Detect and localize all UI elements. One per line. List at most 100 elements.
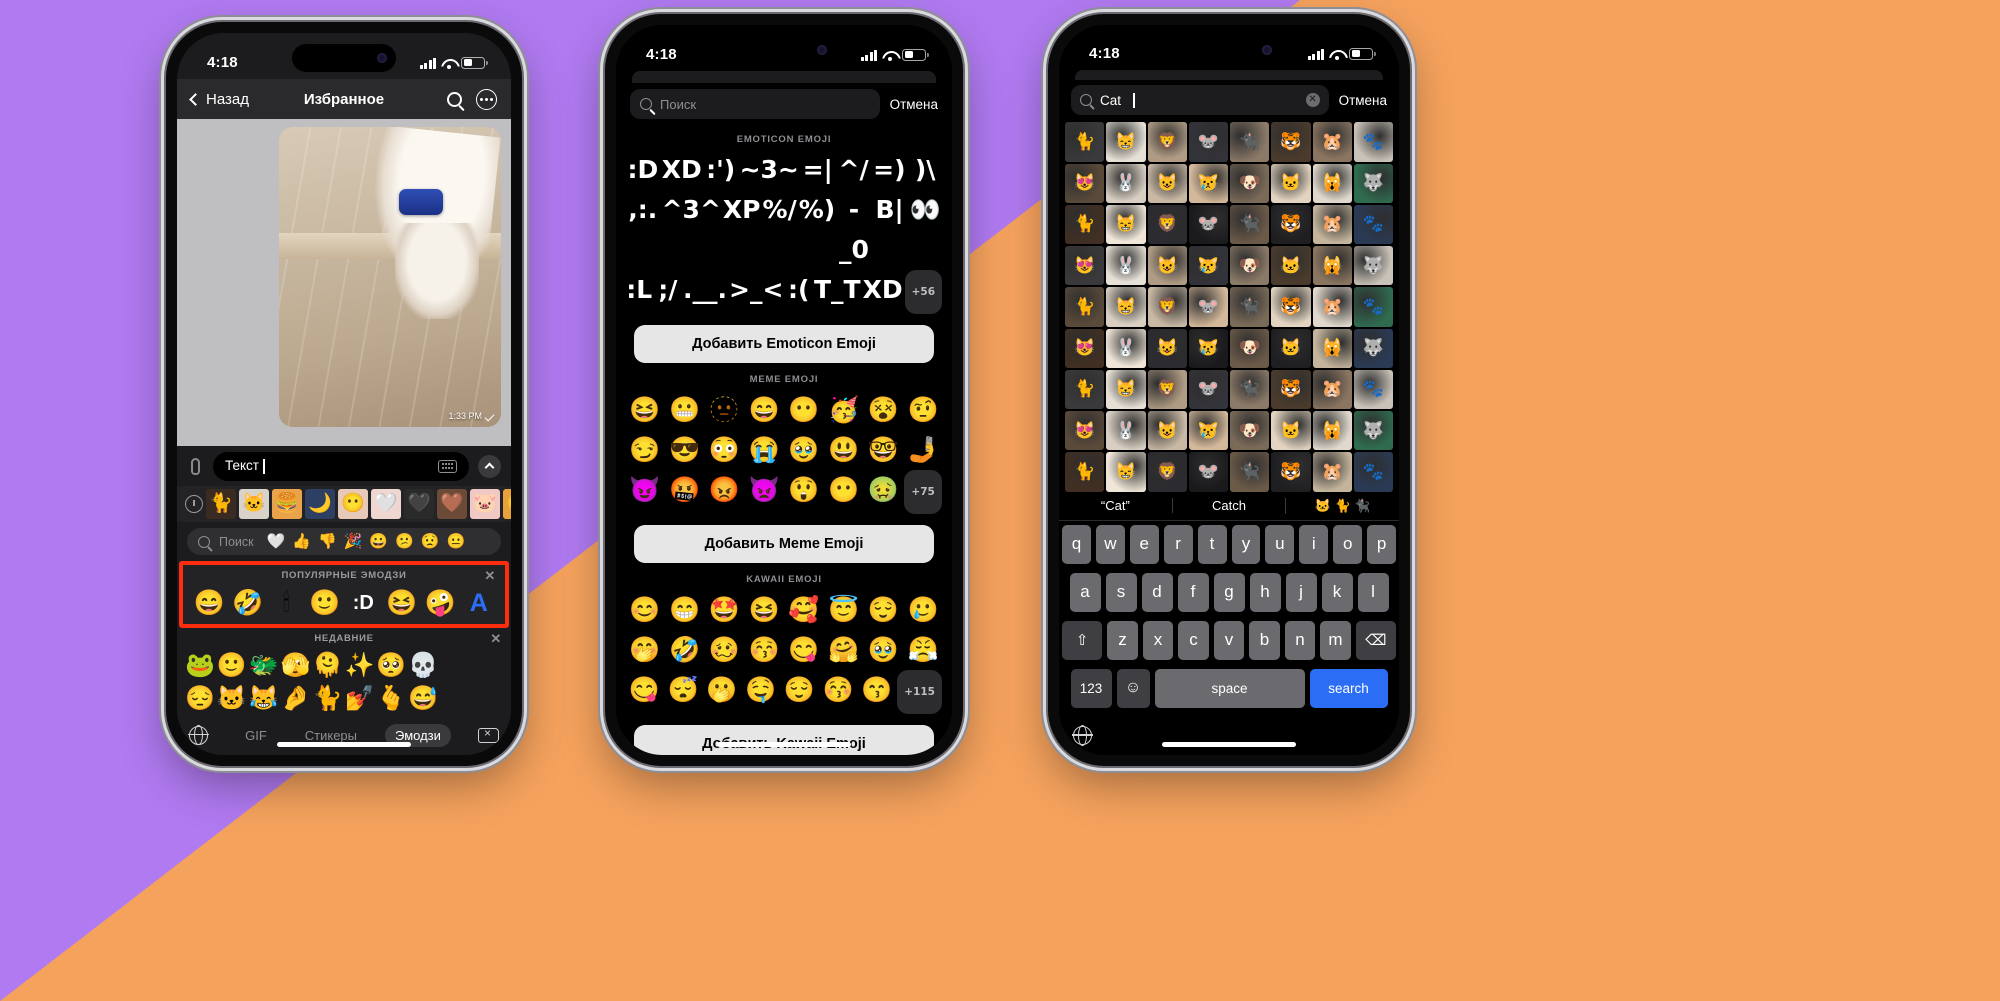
emoji-item[interactable]: 🤓 [865,430,903,470]
sticker-item[interactable]: 🐯 [1271,122,1311,162]
emoji-item[interactable]: XD [863,270,903,314]
emoji-item[interactable]: 😃 [825,430,863,470]
emoji-item[interactable]: 🤬 [666,470,704,514]
sticker-thumbnail[interactable]: 🖤 [404,489,434,519]
key-m[interactable]: m [1320,620,1351,660]
sticker-item[interactable]: 🐺 [1353,246,1393,286]
key-i[interactable]: i [1299,524,1329,564]
emoji-row[interactable]: :L ;/.__. >_<:(T_T XD +56 [616,270,952,314]
emoji-row[interactable]: 😊 😁 🤩 😆 🥰 😇 😌 🥲 [616,590,952,630]
keyboard-row-4[interactable]: 123 ☺ space search [1062,668,1396,708]
prediction-emoji[interactable]: 🐱 🐈 🐈‍⬛ [1285,497,1399,514]
quick-reaction-icon[interactable]: 👍 [292,534,311,549]
emoji-item[interactable]: XP [723,190,761,270]
emoji-item[interactable]: A [461,587,498,619]
sticker-thumbnail[interactable]: 🍔 [272,489,302,519]
key-s[interactable]: s [1105,572,1137,612]
emoji-item[interactable]: 🤨 [904,390,942,430]
sticker-item[interactable]: 🐾 [1353,204,1393,245]
sticker-item[interactable]: 🐰 [1106,411,1146,451]
emoji-item[interactable]: 😄 [745,390,783,430]
emoji-item[interactable]: 🫢 [704,670,741,714]
emoji-icon[interactable]: ☺ [1116,668,1150,708]
emoji-item[interactable]: 😄 [191,587,228,619]
emoji-item[interactable]: 😅 [408,683,438,714]
emoji-item[interactable]: 😶 [785,390,823,430]
sticker-item[interactable]: 🐈‍⬛ [1230,122,1270,162]
emoji-item[interactable]: 🐲 [249,650,279,681]
quick-reaction-icon[interactable]: 👎 [318,534,337,549]
emoji-item[interactable]: 🥹 [785,430,823,470]
emoji-item[interactable]: 😌 [865,590,903,630]
sticker-item[interactable]: 🐹 [1312,369,1352,410]
emoji-item[interactable]: 😶 [825,470,863,514]
shift-icon[interactable]: ⇧ [1062,620,1103,660]
emoji-item[interactable]: 😋 [785,630,823,670]
sticker-item[interactable]: 🐭 [1188,287,1228,327]
sticker-item[interactable]: 🙀 [1312,163,1352,203]
overflow-badge[interactable]: +115 [897,670,942,714]
emoji-item[interactable]: 🫰 [376,683,406,714]
key-o[interactable]: o [1333,524,1363,564]
add-pack-button[interactable]: Добавить Emoticon Emoji [634,325,934,363]
sticker-item[interactable]: 🐯 [1271,452,1311,492]
keyboard-row-2[interactable]: asdfghjkl [1062,572,1396,612]
emoji-item[interactable]: 🫥 [706,390,744,430]
sticker-item[interactable]: 🦁 [1147,287,1187,327]
sticker-item[interactable]: 🐱 [1271,246,1311,286]
key-w[interactable]: w [1095,524,1125,564]
key-k[interactable]: k [1321,572,1353,612]
sticker-results-grid[interactable]: 🐈 😸 🦁 🐭 🐈‍⬛ 🐯 🐹 🐾 😻 🐰 😺 😿 🐶 🐱 🙀 🐺 🐈 😸 🦁 🐭 🐈‍⬛ 🐯 🐹 🐾 😻 🐰 😺 😿 🐶 🐱 🙀 🐺 🐈 😸 🦁 🐭… [1059,122,1399,492]
sticker-item[interactable]: 🦁 [1147,369,1187,410]
backspace-icon[interactable] [478,726,499,743]
emoji-pack-list[interactable]: EMOTICON EMOJI:D XD:') ~3~ =| ^/=))\,:. ^3^ XP… [616,127,952,755]
sticker-item[interactable]: 😻 [1065,328,1105,368]
emoji-row[interactable]: 😈 🤬 😡 👿 😲 😶 🤢 +75 [616,470,952,514]
recent-emoji-row-1[interactable]: 🐸 🙂 🐲 🫣 🫠 ✨ 🥺 💀 [177,649,511,682]
key-c[interactable]: c [1178,620,1209,660]
emoji-item[interactable]: :D [345,587,382,619]
cancel-button[interactable]: Отмена [1339,93,1387,108]
keyboard-row-3[interactable]: ⇧ z x c v b n m ⌫ [1062,620,1397,660]
emoji-item[interactable]: 😚 [745,630,783,670]
emoji-item[interactable]: >_< [729,270,783,314]
prediction-word[interactable]: Catch [1171,498,1286,514]
overflow-wrap[interactable]: +56 [904,270,943,314]
sticker-item[interactable]: 😿 [1188,328,1228,368]
emoji-row[interactable]: ,:. ^3^ XP %/%) -_0 B| 👀 [616,190,952,270]
emoji-item[interactable]: 🐱 [217,683,247,714]
emoji-item[interactable]: %) [799,190,835,270]
clock-icon[interactable] [185,495,203,513]
globe-icon[interactable] [1072,725,1093,747]
sticker-item[interactable]: 😸 [1106,287,1146,327]
search-input[interactable]: Cat ✕ [1071,85,1329,116]
emoji-item[interactable]: 🤤 [742,670,779,714]
emoji-item[interactable]: ^3^ [662,190,721,270]
quick-reaction-icon[interactable]: 🎉 [344,534,363,549]
quick-reaction-icon[interactable]: 🤍 [267,534,286,549]
sticker-item[interactable]: 🐱 [1271,411,1311,451]
sticker-item[interactable]: 🐈‍⬛ [1230,369,1270,410]
paperclip-icon[interactable] [187,457,204,476]
emoji-item[interactable]: 😲 [785,470,823,514]
sticker-item[interactable]: 🐹 [1312,452,1352,492]
emoji-item[interactable]: 😵 [865,390,903,430]
emoji-row[interactable]: 😆 😬 🫥 😄 😶 🥳 😵 🤨 [616,390,952,430]
emoji-item[interactable]: 😇 [825,590,863,630]
emoji-item[interactable]: ~3~ [740,150,799,190]
sticker-item[interactable]: 🐺 [1353,411,1393,451]
overflow-badge[interactable]: +75 [904,470,942,514]
emoji-item[interactable]: 🕯 [268,587,305,619]
emoji-item[interactable]: 👀 [908,190,942,270]
emoji-item[interactable]: %/ [763,190,797,270]
emoji-item[interactable]: 😎 [666,430,704,470]
emoji-item[interactable]: 🥰 [785,590,823,630]
sticker-item[interactable]: 🐈 [1065,452,1105,492]
sticker-item[interactable]: 🐱 [1271,163,1311,203]
sticker-item[interactable]: 🐶 [1230,328,1270,368]
emoji-item[interactable]: :D [626,150,660,190]
recent-emoji-row-2[interactable]: 😔 🐱 😹 🤌 🐈 💅 🫰 😅 [177,682,511,715]
backspace-icon[interactable]: ⌫ [1355,620,1397,660]
sticker-item[interactable]: 🐶 [1230,163,1270,203]
search-key[interactable]: search [1309,668,1388,708]
